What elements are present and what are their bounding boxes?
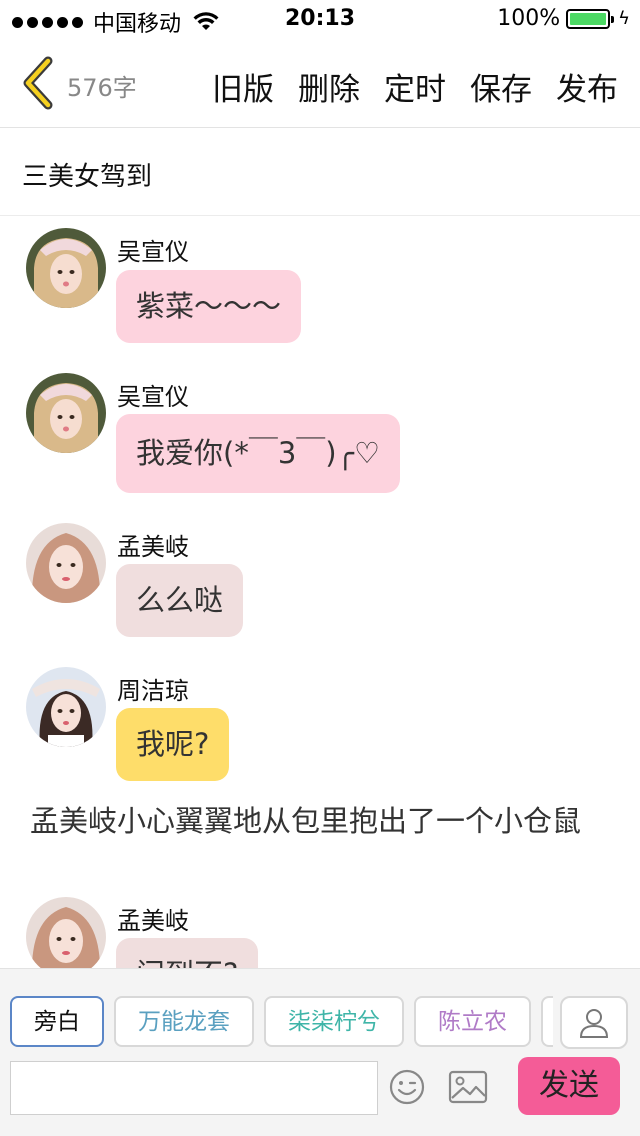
- narration-text[interactable]: 孟美岐小心翼翼地从包里抱出了一个小仓鼠: [30, 805, 590, 837]
- emoji-icon[interactable]: [388, 1068, 426, 1106]
- delete-button[interactable]: 删除: [298, 64, 360, 109]
- role-chip-more[interactable]: [541, 996, 553, 1047]
- battery-percent: 100%: [497, 6, 561, 31]
- image-icon[interactable]: [448, 1070, 488, 1104]
- role-chip-narrator[interactable]: 旁白: [10, 996, 104, 1047]
- back-icon[interactable]: [18, 56, 56, 110]
- message-bubble[interactable]: 我爱你(*￣3￣)╭♡: [116, 414, 401, 493]
- story-title-row[interactable]: 三美女驾到: [0, 128, 640, 216]
- role-chip-qiqi[interactable]: 柒柒柠兮: [264, 996, 404, 1047]
- avatar-wu-xuanyi[interactable]: [26, 228, 106, 308]
- role-chip-chen-linong[interactable]: 陈立农: [414, 996, 531, 1047]
- sender-name: 孟美岐: [117, 533, 189, 561]
- sender-name: 周洁琼: [117, 677, 189, 705]
- nav-actions: 旧版 删除 定时 保存 发布: [212, 64, 618, 109]
- role-manage-button[interactable]: [560, 996, 628, 1049]
- role-selector: 旁白 万能龙套 柒柒柠兮 陈立农: [10, 996, 553, 1047]
- sender-name: 吴宣仪: [117, 383, 189, 411]
- old-version-button[interactable]: 旧版: [212, 64, 274, 109]
- avatar-wu-xuanyi[interactable]: [26, 373, 106, 453]
- publish-button[interactable]: 发布: [556, 64, 618, 109]
- person-icon: [579, 1008, 609, 1038]
- charging-icon: ϟ: [618, 8, 630, 29]
- word-count: 576字: [67, 74, 137, 102]
- story-title[interactable]: 三美女驾到: [22, 156, 152, 193]
- nav-bar: 576字 旧版 删除 定时 保存 发布: [0, 40, 640, 128]
- avatar-zhou-jieqiong[interactable]: [26, 667, 106, 747]
- message-bubble[interactable]: 么么哒: [116, 564, 244, 637]
- message-bubble[interactable]: 我呢?: [116, 708, 230, 781]
- status-bar: 中国移动 20:13 100% ϟ: [0, 0, 640, 40]
- composer: 旁白 万能龙套 柒柒柠兮 陈立农 发送: [0, 968, 640, 1136]
- message-bubble[interactable]: 问到不?: [116, 938, 259, 968]
- schedule-button[interactable]: 定时: [384, 64, 446, 109]
- message-bubble[interactable]: 紫菜～～～: [116, 270, 302, 343]
- sender-name: 吴宣仪: [117, 238, 189, 266]
- status-right: 100% ϟ: [497, 6, 630, 31]
- role-chip-extra[interactable]: 万能龙套: [114, 996, 254, 1047]
- send-button[interactable]: 发送: [518, 1057, 620, 1115]
- message-input[interactable]: [10, 1061, 378, 1115]
- avatar-meng-meiqi[interactable]: [26, 897, 106, 968]
- save-button[interactable]: 保存: [470, 64, 532, 109]
- battery-icon: [566, 8, 615, 29]
- chat-list[interactable]: 吴宣仪 紫菜～～～ 吴宣仪 我爱你(*￣3￣)╭♡ 孟美岐 么么哒 周洁琼 我呢…: [0, 217, 640, 968]
- sender-name: 孟美岐: [117, 907, 189, 935]
- avatar-meng-meiqi[interactable]: [26, 523, 106, 603]
